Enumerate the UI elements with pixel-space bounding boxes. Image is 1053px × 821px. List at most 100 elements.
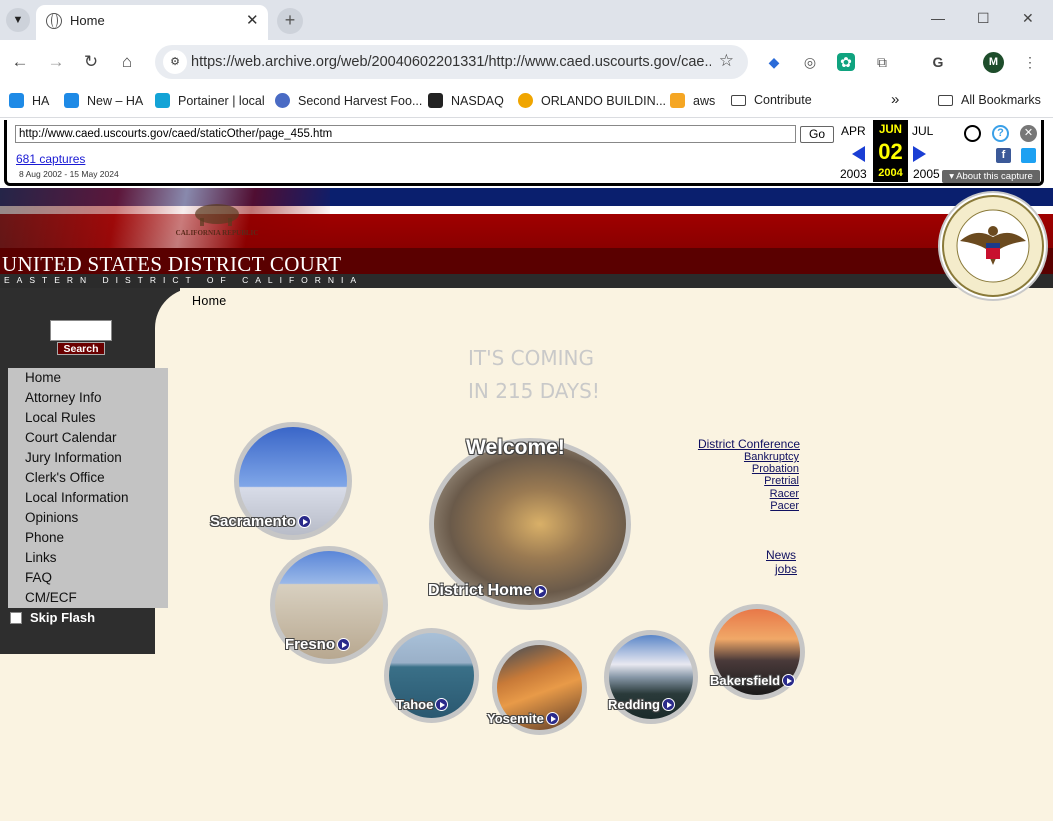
about-capture-button[interactable]: ▾ About this capture [942,170,1040,183]
welcome-heading: Welcome! [466,436,565,459]
bookmark-orlando[interactable]: ORLANDO BUILDIN... [518,93,666,108]
search-input[interactable] [50,320,112,341]
bookmarks-overflow-button[interactable]: » [891,91,899,108]
home-button[interactable]: ⌂ [116,52,138,72]
browser-tab[interactable]: Home ✕ [36,5,268,40]
left-nav: Home Attorney Info Local Rules Court Cal… [8,368,168,608]
bookmark-contribute[interactable]: Contribute [731,93,812,107]
forward-button[interactable]: → [45,52,67,72]
portainer-icon [155,93,170,108]
sacramento-link[interactable]: Sacramento [210,513,311,530]
extension-grammarly-icon[interactable]: ◎ [801,53,819,71]
bookmark-aws[interactable]: aws [670,93,715,108]
countdown-text: IT'S COMING IN 215 DAYS! [468,342,600,408]
minimize-button[interactable]: — [931,10,945,26]
bookmark-label: Contribute [754,93,812,107]
wayback-url-input[interactable]: http://www.caed.uscourts.gov/caed/static… [15,125,796,143]
captures-link[interactable]: 681 captures [16,152,85,166]
extensions-puzzle-icon[interactable]: ⧉ [873,53,891,71]
nav-court-calendar[interactable]: Court Calendar [25,430,117,445]
close-window-button[interactable]: ✕ [1022,10,1034,27]
wayback-go-button[interactable]: Go [800,126,834,143]
tab-search-button[interactable]: ▼ [6,8,30,32]
bookmark-ha[interactable]: HA [9,93,49,108]
skip-flash-toggle[interactable]: Skip Flash [10,610,95,625]
nav-phone[interactable]: Phone [25,530,64,545]
fresno-link[interactable]: Fresno [285,636,351,653]
bankruptcy-link[interactable]: Bankruptcy [700,451,799,463]
countdown-line-2: IN 215 DAYS! [468,379,600,403]
skip-flash-checkbox[interactable] [10,611,22,624]
bookmark-star-icon[interactable]: ☆ [719,51,734,71]
back-button[interactable]: ← [9,52,31,72]
news-link[interactable]: News [700,548,796,562]
address-url[interactable]: https://web.archive.org/web/200406022013… [191,54,711,70]
district-home-label: District Home [428,582,533,599]
racer-link[interactable]: Racer [700,488,799,500]
current-year: 2004 [878,167,903,179]
prev-capture-arrow-icon[interactable] [852,146,865,162]
next-month[interactable]: JUL [912,124,933,138]
arrow-icon [297,515,311,528]
nav-home[interactable]: Home [25,370,61,385]
new-tab-button[interactable]: + [277,8,303,34]
tab-close-icon[interactable]: ✕ [246,11,259,29]
court-title: UNITED STATES DISTRICT COURT [2,252,342,276]
bookmark-label: HA [32,93,50,108]
nav-local-information[interactable]: Local Information [25,490,129,505]
arrow-icon [337,638,351,651]
maximize-button[interactable]: ☐ [977,10,990,27]
bakersfield-link[interactable]: Bakersfield [710,673,796,688]
prev-month[interactable]: APR [841,124,866,138]
breadcrumb: Home [192,294,227,308]
current-capture-date: JUN 02 2004 [873,120,908,182]
probation-link[interactable]: Probation [700,463,799,475]
help-icon[interactable]: ? [992,125,1009,142]
bookmark-portainer[interactable]: Portainer | local [155,93,265,108]
all-bookmarks-button[interactable]: All Bookmarks [938,93,1041,107]
yosemite-link[interactable]: Yosemite [487,711,559,726]
nav-opinions[interactable]: Opinions [25,510,78,525]
site-info-icon[interactable]: ⚙ [163,50,187,74]
google-icon[interactable]: G [929,53,947,71]
redding-link[interactable]: Redding [608,697,675,712]
bookmark-label: New – HA [87,93,144,108]
orlando-icon [518,93,533,108]
user-icon[interactable] [964,125,981,142]
reload-button[interactable]: ↻ [80,52,102,72]
address-bar[interactable]: ⚙ https://web.archive.org/web/2004060220… [155,45,748,79]
next-capture-arrow-icon[interactable] [913,146,926,162]
search-button[interactable]: Search [57,342,105,355]
nav-clerks-office[interactable]: Clerk's Office [25,470,105,485]
arrow-icon [782,674,796,687]
extension-chatgpt-icon[interactable]: ✿ [837,53,855,71]
prev-year[interactable]: 2003 [840,167,867,181]
sacramento-label: Sacramento [210,513,296,530]
facebook-icon[interactable]: f [996,148,1011,163]
extension-icon[interactable]: ◆ [765,53,783,71]
close-wayback-icon[interactable]: ✕ [1020,125,1037,142]
bookmarks-bar: HA New – HA Portainer | local Second Har… [0,86,1053,118]
nav-local-rules[interactable]: Local Rules [25,410,96,425]
nav-attorney-info[interactable]: Attorney Info [25,390,102,405]
folder-icon [731,94,746,106]
bookmark-nasdaq[interactable]: NASDAQ [428,93,504,108]
nav-cm-ecf[interactable]: CM/ECF [25,590,77,605]
jobs-link[interactable]: jobs [700,562,797,576]
district-home-link[interactable]: District Home [428,582,548,600]
tahoe-label: Tahoe [396,697,434,712]
bookmark-second-harvest[interactable]: Second Harvest Foo... [275,93,422,108]
pretrial-link[interactable]: Pretrial [700,475,799,487]
nav-faq[interactable]: FAQ [25,570,52,585]
tahoe-link[interactable]: Tahoe [396,697,449,712]
pacer-link[interactable]: Pacer [700,500,799,512]
twitter-icon[interactable] [1021,148,1036,163]
profile-avatar[interactable]: M [983,52,1004,73]
next-year[interactable]: 2005 [913,167,940,181]
nav-links[interactable]: Links [25,550,57,565]
tab-title: Home [70,13,105,28]
bookmark-new-ha[interactable]: New – HA [64,93,143,108]
nav-jury-information[interactable]: Jury Information [25,450,122,465]
chrome-menu-icon[interactable]: ⋮ [1021,53,1039,71]
district-conference-link[interactable]: District Conference [690,437,800,451]
